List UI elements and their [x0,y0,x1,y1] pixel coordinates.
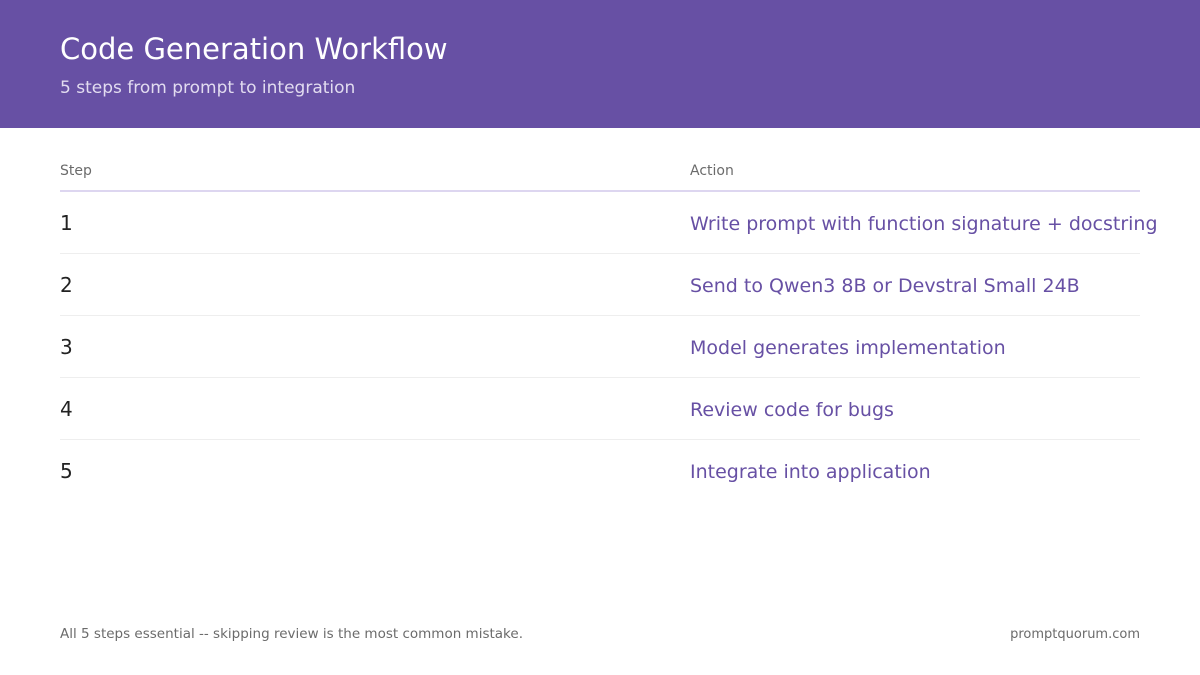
step-action: Review code for bugs [690,399,894,421]
step-action: Model generates implementation [690,337,1006,359]
page-title: Code Generation Workflow [60,32,448,66]
step-action: Integrate into application [690,461,931,483]
column-header-action: Action [690,163,734,179]
table-row: 3 Model generates implementation [60,316,1140,378]
table-row: 1 Write prompt with function signature +… [60,192,1158,254]
step-number: 2 [60,273,73,297]
workflow-table: Step Action 1 Write prompt with function… [60,158,1158,502]
step-number: 5 [60,459,73,483]
table-row: 4 Review code for bugs [60,378,1140,440]
page-subtitle: 5 steps from prompt to integration [60,78,356,98]
step-number: 3 [60,335,73,359]
footer-site-credit: promptquorum.com [1010,627,1140,642]
step-number: 4 [60,397,73,421]
slide: Code Generation Workflow 5 steps from pr… [0,0,1200,675]
column-header-step: Step [60,163,92,179]
footer-note: All 5 steps essential -- skipping review… [60,626,523,642]
table-row: 2 Send to Qwen3 8B or Devstral Small 24B [60,254,1140,316]
table-header: Step Action [60,158,1140,192]
table-row: 5 Integrate into application [60,440,1140,502]
table-body: 1 Write prompt with function signature +… [60,192,1158,502]
step-number: 1 [60,211,73,235]
step-action: Send to Qwen3 8B or Devstral Small 24B [690,275,1080,297]
step-action: Write prompt with function signature + d… [690,213,1158,235]
header-banner: Code Generation Workflow 5 steps from pr… [0,0,1200,128]
